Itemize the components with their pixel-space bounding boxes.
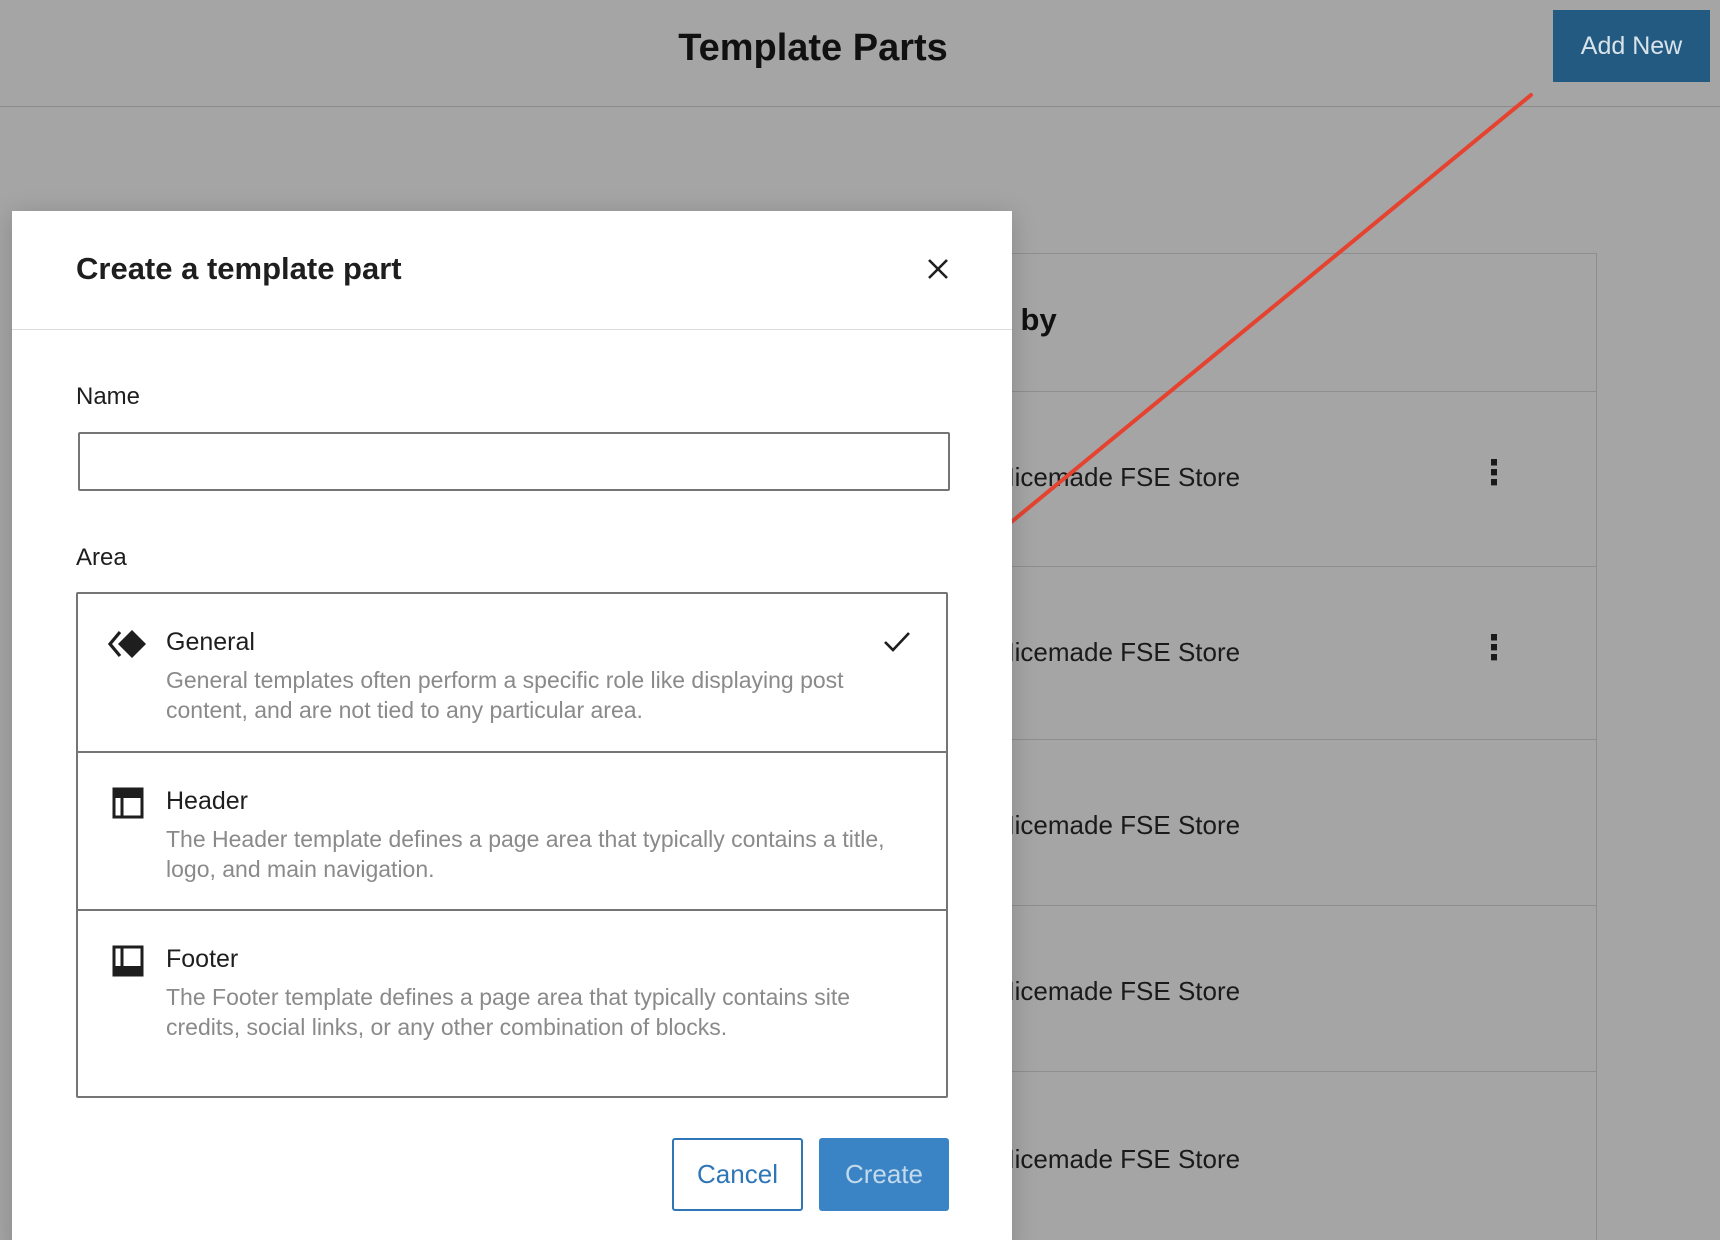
- check-icon: [884, 632, 910, 652]
- row-author: Micemade FSE Store: [993, 637, 1241, 667]
- modal-title: Create a template part: [76, 251, 402, 286]
- row-author: Micemade FSE Store: [993, 1144, 1241, 1174]
- area-description: The Header template defines a page area …: [166, 826, 885, 882]
- page-title: Template Parts: [678, 27, 948, 69]
- area-label: Area: [76, 544, 127, 571]
- area-description: General templates often perform a specif…: [166, 667, 844, 723]
- area-description: The Footer template defines a page area …: [166, 984, 851, 1040]
- create-template-part-modal: Create a template part Name Area General…: [12, 211, 1012, 1240]
- more-actions-icon[interactable]: ⋮: [1477, 456, 1511, 490]
- table-row: Micemade FSE Store ⋮: [981, 392, 1596, 567]
- table-header: d by: [981, 254, 1596, 392]
- footer-icon: [112, 945, 144, 977]
- table-row: Micemade FSE Store ⋮: [981, 567, 1596, 740]
- more-actions-icon[interactable]: ⋮: [1477, 631, 1511, 665]
- area-option-header[interactable]: Header The Header template defines a pag…: [78, 751, 946, 909]
- table-row: Micemade FSE Store: [981, 1072, 1596, 1240]
- row-author: Micemade FSE Store: [993, 810, 1241, 840]
- name-input[interactable]: [78, 432, 950, 491]
- top-bar: Template Parts Add New: [0, 0, 1720, 107]
- create-button[interactable]: Create: [819, 1138, 949, 1211]
- area-option-general[interactable]: General General templates often perform …: [78, 594, 946, 751]
- area-name: General: [166, 628, 255, 656]
- add-new-button[interactable]: Add New: [1553, 10, 1710, 82]
- row-author: Micemade FSE Store: [993, 462, 1241, 492]
- cancel-button[interactable]: Cancel: [672, 1138, 803, 1211]
- area-options: General General templates often perform …: [76, 592, 948, 1098]
- table-row: Micemade FSE Store: [981, 906, 1596, 1072]
- area-name: Header: [166, 787, 248, 815]
- table-row: Micemade FSE Store: [981, 740, 1596, 906]
- close-button[interactable]: [914, 245, 962, 293]
- close-icon: [928, 259, 948, 279]
- symbol-icon: [108, 630, 146, 658]
- area-name: Footer: [166, 945, 239, 973]
- area-option-footer[interactable]: Footer The Footer template defines a pag…: [78, 909, 946, 1096]
- header-icon: [112, 787, 144, 819]
- row-author: Micemade FSE Store: [993, 976, 1241, 1006]
- name-label: Name: [76, 383, 141, 410]
- template-parts-table: d by Micemade FSE Store ⋮ Micemade FSE S…: [980, 253, 1597, 1240]
- modal-header: Create a template part: [12, 211, 1012, 330]
